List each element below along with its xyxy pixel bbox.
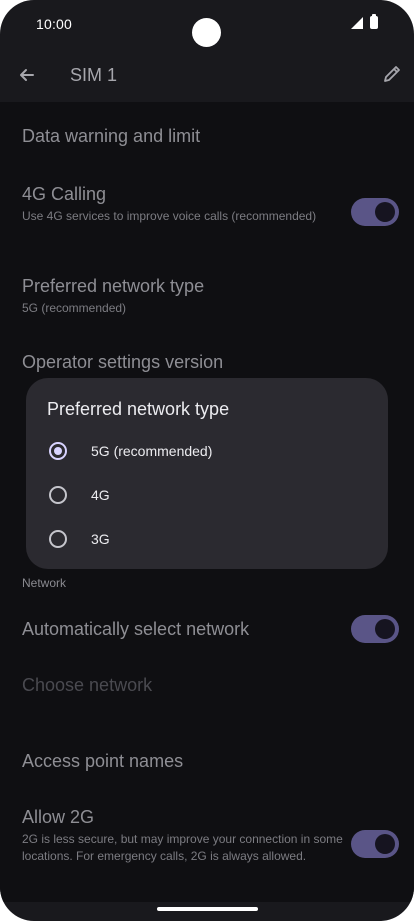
operator-version-item[interactable]: Operator settings version	[22, 352, 392, 373]
gesture-nav-handle[interactable]	[157, 907, 258, 911]
allow-2g-toggle[interactable]	[351, 830, 399, 858]
status-time: 10:00	[36, 16, 73, 32]
data-warning-title: Data warning and limit	[22, 126, 201, 146]
back-button[interactable]	[12, 60, 42, 90]
auto-select-title: Automatically select network	[22, 619, 250, 639]
network-type-dialog: Preferred network type 5G (recommended) …	[26, 378, 388, 569]
option-5g[interactable]: 5G (recommended)	[46, 431, 366, 471]
camera-cutout	[192, 18, 221, 47]
radio-selected-icon	[49, 442, 67, 460]
allow-2g-title: Allow 2G	[22, 807, 95, 827]
network-section-label: Network	[22, 576, 67, 590]
edit-button[interactable]	[378, 60, 406, 88]
preferred-network-subtitle: 5G (recommended)	[22, 301, 127, 315]
apn-title: Access point names	[22, 751, 184, 771]
pencil-icon	[384, 66, 400, 82]
app-bar: SIM 1	[0, 48, 414, 102]
calling-toggle[interactable]	[351, 198, 399, 226]
arrow-back-icon	[20, 69, 34, 81]
auto-select-item[interactable]: Automatically select network	[22, 619, 344, 640]
calling-subtitle: Use 4G services to improve voice calls (…	[22, 209, 317, 223]
phone-screen: 10:00 SIM 1 Data warning and limit 4G Ca…	[0, 0, 414, 921]
dialog-title: Preferred network type	[47, 399, 230, 419]
status-bar: 10:00	[0, 0, 414, 48]
option-4g[interactable]: 4G	[46, 475, 366, 515]
allow-2g-item[interactable]: Allow 2G 2G is less secure, but may impr…	[22, 807, 344, 865]
preferred-network-item[interactable]: Preferred network type 5G (recommended)	[22, 276, 392, 317]
operator-version-title: Operator settings version	[22, 352, 224, 372]
radio-unselected-icon	[49, 530, 67, 548]
apn-item[interactable]: Access point names	[22, 751, 392, 772]
preferred-network-title: Preferred network type	[22, 276, 205, 296]
option-4g-label: 4G	[91, 487, 110, 503]
calling-title: 4G Calling	[22, 184, 107, 204]
auto-select-toggle[interactable]	[351, 615, 399, 643]
option-3g[interactable]: 3G	[46, 519, 366, 559]
option-3g-label: 3G	[91, 531, 110, 547]
signal-icon	[351, 17, 363, 29]
allow-2g-subtitle: 2G is less secure, but may improve your …	[22, 832, 343, 863]
option-5g-label: 5G (recommended)	[91, 443, 213, 459]
page-title: SIM 1	[70, 65, 118, 85]
battery-icon	[370, 14, 378, 29]
radio-unselected-icon	[49, 486, 67, 504]
calling-item[interactable]: 4G Calling Use 4G services to improve vo…	[22, 184, 344, 225]
choose-network-title: Choose network	[22, 675, 153, 695]
choose-network-item: Choose network	[22, 675, 392, 696]
data-warning-item[interactable]: Data warning and limit	[22, 126, 392, 147]
